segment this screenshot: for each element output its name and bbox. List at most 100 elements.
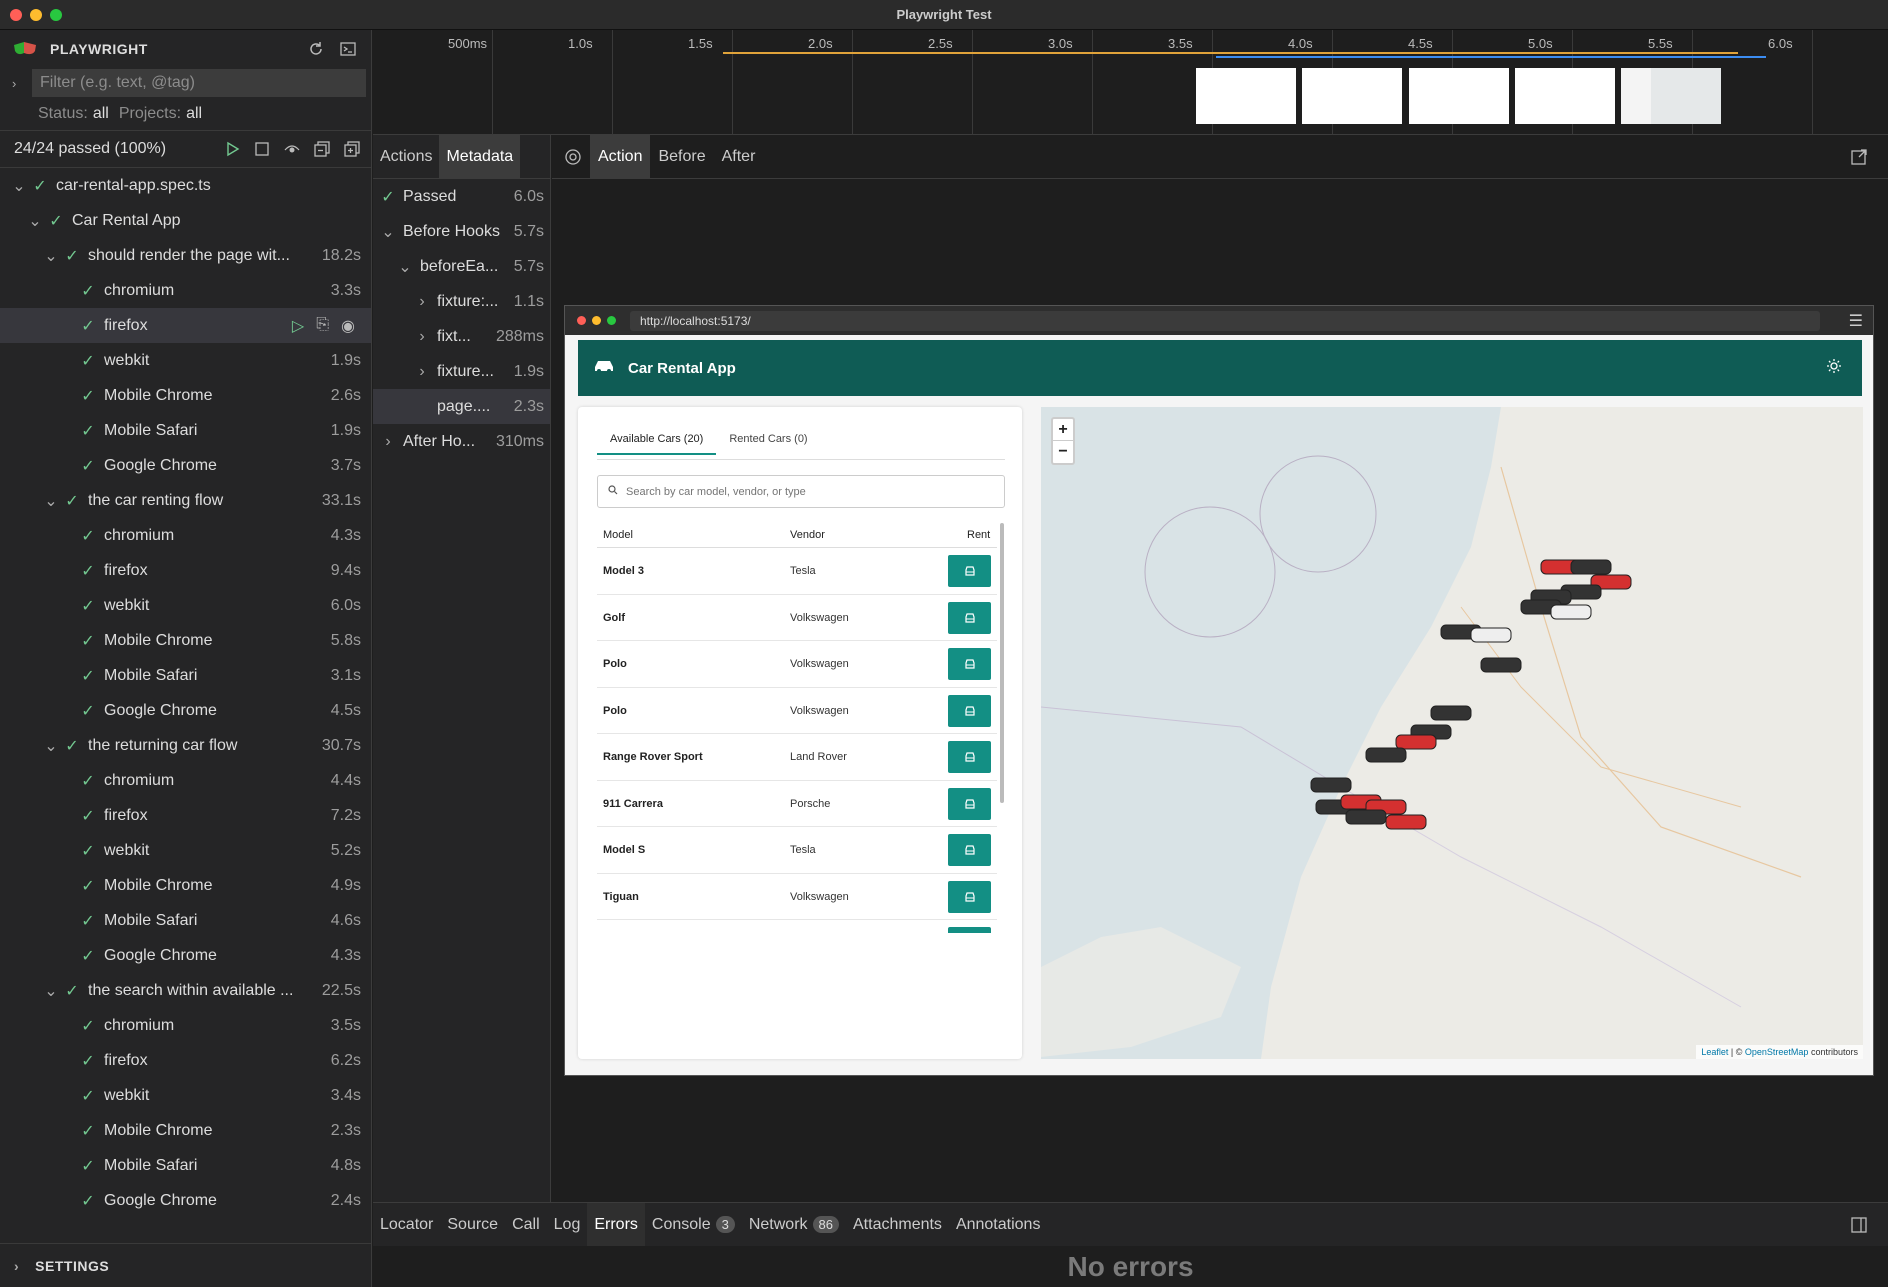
chevron-down-icon[interactable]: ⌄	[44, 736, 58, 756]
tree-item[interactable]: ⌄ ✓ should render the page wit... 18.2s	[0, 238, 371, 273]
tab-action[interactable]: Action	[590, 134, 651, 179]
action-item[interactable]: ⌄ Before Hooks 5.7s	[373, 214, 550, 249]
tab-locator[interactable]: Locator	[373, 1203, 440, 1247]
tree-item[interactable]: ✓ Mobile Chrome 5.8s	[0, 623, 371, 658]
chevron-down-icon[interactable]: ⌄	[12, 176, 26, 196]
car-marker[interactable]	[1570, 559, 1612, 575]
tab-errors[interactable]: Errors	[587, 1202, 645, 1247]
tree-item[interactable]: ✓ Mobile Chrome 2.6s	[0, 378, 371, 413]
tree-item[interactable]: ✓ webkit 3.4s	[0, 1078, 371, 1113]
tab-console[interactable]: Console 3	[645, 1203, 742, 1247]
osm-link[interactable]: OpenStreetMap	[1745, 1047, 1809, 1057]
settings-section[interactable]: › SETTINGS	[0, 1243, 371, 1287]
tree-item[interactable]: ✓ Mobile Safari 4.8s	[0, 1148, 371, 1183]
rent-button[interactable]	[948, 834, 991, 866]
tree-item[interactable]: ✓ Mobile Safari 1.9s	[0, 413, 371, 448]
tree-item[interactable]: ✓ webkit 5.2s	[0, 833, 371, 868]
tab-after[interactable]: After	[714, 135, 764, 179]
tab-available-cars[interactable]: Available Cars (20)	[597, 425, 717, 455]
zoom-in-button[interactable]: +	[1053, 419, 1073, 441]
car-marker[interactable]	[1365, 747, 1407, 763]
action-item[interactable]: › fixt... 288ms	[373, 319, 550, 354]
chevron-down-icon[interactable]: ⌄	[381, 222, 395, 242]
tree-item[interactable]: ✓ Google Chrome 3.7s	[0, 448, 371, 483]
theme-toggle-icon[interactable]	[1826, 358, 1842, 379]
tree-item[interactable]: ✓ Google Chrome 4.5s	[0, 693, 371, 728]
stop-icon[interactable]	[253, 140, 271, 158]
chevron-down-icon[interactable]: ⌄	[398, 257, 412, 277]
rent-button[interactable]	[948, 741, 991, 773]
tree-item[interactable]: ✓ Google Chrome 4.3s	[0, 938, 371, 973]
tree-item[interactable]: ⌄ ✓ the search within available ... 22.5s	[0, 973, 371, 1008]
pick-locator-icon[interactable]	[564, 148, 582, 166]
car-marker[interactable]	[1470, 627, 1512, 643]
tab-attachments[interactable]: Attachments	[846, 1203, 949, 1247]
expand-all-icon[interactable]	[343, 140, 361, 158]
rent-button[interactable]	[948, 787, 991, 820]
tree-item[interactable]: ✓ chromium 4.3s	[0, 518, 371, 553]
tree-item[interactable]: ✓ Google Chrome 2.4s	[0, 1183, 371, 1218]
car-marker[interactable]	[1395, 734, 1437, 750]
rent-button[interactable]	[948, 694, 991, 727]
action-item[interactable]: › fixture:... 1.1s	[373, 284, 550, 319]
car-marker[interactable]	[1345, 809, 1387, 825]
tree-item[interactable]: ⌄ ✓ car-rental-app.spec.ts	[0, 168, 371, 203]
action-item[interactable]: ⌄ beforeEa... 5.7s	[373, 249, 550, 284]
timeline-thumbnail[interactable]	[1621, 68, 1721, 124]
projects-value[interactable]: all	[186, 105, 202, 123]
filter-input[interactable]	[32, 69, 366, 97]
tree-item[interactable]: ⌄ ✓ Car Rental App	[0, 203, 371, 238]
action-item[interactable]: page.... 2.3s	[373, 389, 550, 424]
action-item[interactable]: ✓ Passed 6.0s	[373, 179, 550, 214]
tree-item[interactable]: ✓ chromium 3.3s	[0, 273, 371, 308]
car-search-input[interactable]	[626, 485, 986, 498]
tab-metadata[interactable]: Metadata	[439, 134, 521, 179]
tree-item[interactable]: ✓ chromium 4.4s	[0, 763, 371, 798]
action-item[interactable]: › fixture... 1.9s	[373, 354, 550, 389]
timeline-thumbnail[interactable]	[1196, 68, 1296, 124]
tab-annotations[interactable]: Annotations	[949, 1203, 1048, 1247]
tree-item[interactable]: ✓ Mobile Chrome 4.9s	[0, 868, 371, 903]
tab-actions[interactable]: Actions	[373, 135, 439, 179]
timeline[interactable]: 500ms 1.0s 1.5s 2.0s 2.5s 3.0s 3.5s 4.0s 4.5s 5.0…	[373, 30, 1888, 135]
tree-item[interactable]: ✓ webkit 6.0s	[0, 588, 371, 623]
action-item[interactable]: › After Ho... 310ms	[373, 424, 550, 459]
collapse-all-icon[interactable]	[313, 140, 331, 158]
table-scrollbar[interactable]	[1000, 523, 1004, 803]
rent-button[interactable]	[948, 880, 991, 913]
rent-button[interactable]	[948, 927, 991, 933]
car-marker[interactable]	[1310, 777, 1352, 793]
timeline-thumbnail[interactable]	[1515, 68, 1615, 124]
tree-item[interactable]: ✓ firefox 7.2s	[0, 798, 371, 833]
car-marker[interactable]	[1480, 657, 1522, 673]
chevron-right-icon[interactable]: ›	[415, 363, 429, 381]
watch-all-icon[interactable]	[283, 140, 301, 158]
zoom-out-button[interactable]: −	[1053, 441, 1073, 463]
show-source-icon[interactable]: ⎘	[316, 316, 329, 336]
tree-item[interactable]: ✓ firefox ▷ ⎘ ◉	[0, 308, 371, 343]
status-value[interactable]: all	[93, 105, 109, 123]
run-all-icon[interactable]	[223, 140, 241, 158]
rent-button[interactable]	[948, 601, 991, 634]
watch-test-icon[interactable]: ◉	[341, 316, 355, 336]
tree-item[interactable]: ✓ firefox 9.4s	[0, 553, 371, 588]
rent-button[interactable]	[948, 648, 991, 680]
tree-item[interactable]: ✓ Mobile Safari 4.6s	[0, 903, 371, 938]
tab-before[interactable]: Before	[650, 135, 713, 179]
chevron-down-icon[interactable]: ⌄	[44, 246, 58, 266]
menu-icon[interactable]: ☰	[1849, 311, 1863, 331]
maximize-window-button[interactable]	[50, 9, 62, 21]
chevron-down-icon[interactable]: ⌄	[44, 491, 58, 511]
tab-call[interactable]: Call	[505, 1203, 547, 1247]
chevron-right-icon[interactable]: ›	[415, 293, 429, 311]
toggle-sidebar-icon[interactable]	[1850, 1216, 1868, 1234]
tree-item[interactable]: ✓ firefox 6.2s	[0, 1043, 371, 1078]
tree-item[interactable]: ⌄ ✓ the car renting flow 33.1s	[0, 483, 371, 518]
chevron-right-icon[interactable]: ›	[381, 433, 395, 451]
open-external-icon[interactable]	[1850, 148, 1868, 166]
car-marker[interactable]	[1550, 604, 1592, 620]
car-marker[interactable]	[1430, 705, 1472, 721]
rent-button[interactable]	[948, 555, 991, 587]
tree-item[interactable]: ⌄ ✓ the returning car flow 30.7s	[0, 728, 371, 763]
run-test-icon[interactable]: ▷	[292, 316, 304, 336]
